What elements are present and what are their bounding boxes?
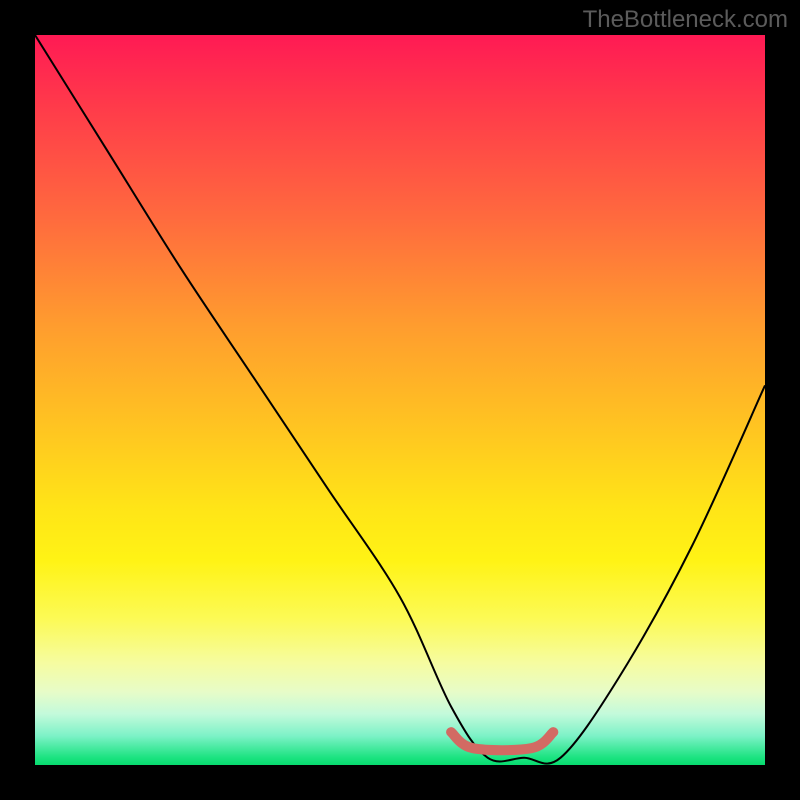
watermark-text: TheBottleneck.com xyxy=(583,6,788,34)
bottleneck-curve xyxy=(35,35,765,764)
chart-container: TheBottleneck.com xyxy=(0,0,800,800)
plot-area xyxy=(35,35,765,765)
curve-layer xyxy=(35,35,765,765)
